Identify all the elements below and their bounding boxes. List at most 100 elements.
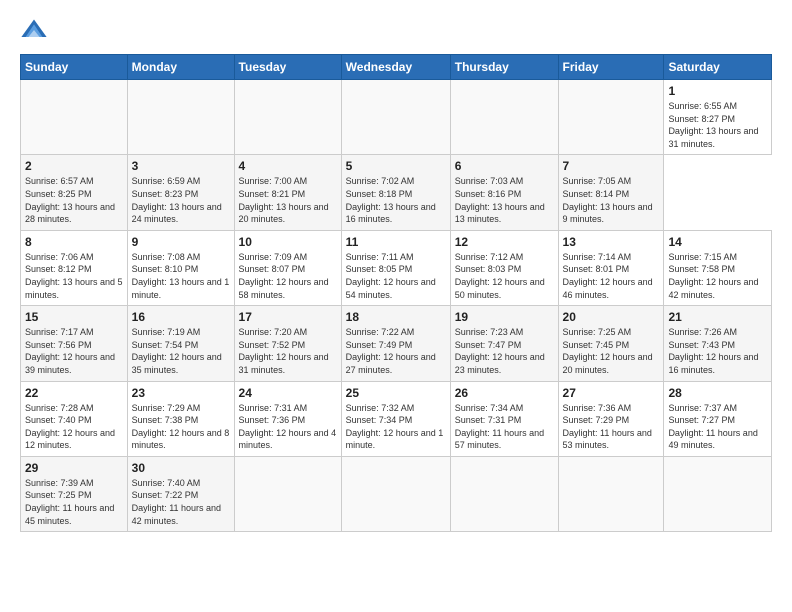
day-number-26: 26: [455, 386, 554, 400]
day-number-11: 11: [346, 235, 446, 249]
empty-cell: [234, 80, 341, 155]
day-number-12: 12: [455, 235, 554, 249]
day-cell-21: 21 Sunrise: 7:26 AMSunset: 7:43 PMDayligh…: [664, 306, 772, 381]
day-number-18: 18: [346, 310, 446, 324]
day-number-28: 28: [668, 386, 767, 400]
day-info-19: Sunrise: 7:23 AMSunset: 7:47 PMDaylight:…: [455, 326, 554, 376]
day-cell-25: 25 Sunrise: 7:32 AMSunset: 7:34 PMDayligh…: [341, 381, 450, 456]
day-info-1: Sunrise: 6:55 AMSunset: 8:27 PMDaylight:…: [668, 100, 767, 150]
day-info-30: Sunrise: 7:40 AMSunset: 7:22 PMDaylight:…: [132, 477, 230, 527]
week-row-5: 22Sunrise: 7:28 AMSunset: 7:40 PMDayligh…: [21, 381, 772, 456]
day-cell-22: 22Sunrise: 7:28 AMSunset: 7:40 PMDayligh…: [21, 381, 128, 456]
day-info-26: Sunrise: 7:34 AMSunset: 7:31 PMDaylight:…: [455, 402, 554, 452]
day-cell-4: 4 Sunrise: 7:00 AMSunset: 8:21 PMDaylight…: [234, 155, 341, 230]
day-cell-26: 26 Sunrise: 7:34 AMSunset: 7:31 PMDayligh…: [450, 381, 558, 456]
day-number-5: 5: [346, 159, 446, 173]
day-number-10: 10: [239, 235, 337, 249]
day-cell-19: 19 Sunrise: 7:23 AMSunset: 7:47 PMDayligh…: [450, 306, 558, 381]
day-info-28: Sunrise: 7:37 AMSunset: 7:27 PMDaylight:…: [668, 402, 767, 452]
day-info-22: Sunrise: 7:28 AMSunset: 7:40 PMDaylight:…: [25, 402, 123, 452]
day-cell-2: 2Sunrise: 6:57 AMSunset: 8:25 PMDaylight…: [21, 155, 128, 230]
day-info-21: Sunrise: 7:26 AMSunset: 7:43 PMDaylight:…: [668, 326, 767, 376]
empty-cell: [450, 80, 558, 155]
day-cell-9: 9Sunrise: 7:08 AMSunset: 8:10 PMDaylight…: [127, 230, 234, 305]
day-number-24: 24: [239, 386, 337, 400]
header-cell-sunday: Sunday: [21, 55, 128, 80]
day-cell-3: 3 Sunrise: 6:59 AMSunset: 8:23 PMDaylight…: [127, 155, 234, 230]
day-cell-11: 11Sunrise: 7:11 AMSunset: 8:05 PMDayligh…: [341, 230, 450, 305]
day-info-27: Sunrise: 7:36 AMSunset: 7:29 PMDaylight:…: [563, 402, 660, 452]
day-number-4: 4: [239, 159, 337, 173]
day-number-25: 25: [346, 386, 446, 400]
day-number-6: 6: [455, 159, 554, 173]
day-info-15: Sunrise: 7:17 AMSunset: 7:56 PMDaylight:…: [25, 326, 123, 376]
calendar-table: SundayMondayTuesdayWednesdayThursdayFrid…: [20, 54, 772, 532]
day-info-23: Sunrise: 7:29 AMSunset: 7:38 PMDaylight:…: [132, 402, 230, 452]
day-number-8: 8: [25, 235, 123, 249]
day-cell-7: 7Sunrise: 7:05 AMSunset: 8:14 PMDaylight…: [558, 155, 664, 230]
header-cell-thursday: Thursday: [450, 55, 558, 80]
logo-icon: [20, 16, 48, 44]
day-number-30: 30: [132, 461, 230, 475]
empty-cell: [341, 80, 450, 155]
day-cell-18: 18 Sunrise: 7:22 AMSunset: 7:49 PMDayligh…: [341, 306, 450, 381]
header-cell-monday: Monday: [127, 55, 234, 80]
day-info-6: Sunrise: 7:03 AMSunset: 8:16 PMDaylight:…: [455, 175, 554, 225]
day-number-7: 7: [563, 159, 660, 173]
day-info-9: Sunrise: 7:08 AMSunset: 8:10 PMDaylight:…: [132, 251, 230, 301]
day-number-16: 16: [132, 310, 230, 324]
header-cell-friday: Friday: [558, 55, 664, 80]
header-row: SundayMondayTuesdayWednesdayThursdayFrid…: [21, 55, 772, 80]
week-row-1: 1Sunrise: 6:55 AMSunset: 8:27 PMDaylight…: [21, 80, 772, 155]
day-cell-28: 28 Sunrise: 7:37 AMSunset: 7:27 PMDayligh…: [664, 381, 772, 456]
empty-cell: [127, 80, 234, 155]
day-info-12: Sunrise: 7:12 AMSunset: 8:03 PMDaylight:…: [455, 251, 554, 301]
day-number-15: 15: [25, 310, 123, 324]
day-cell-12: 12 Sunrise: 7:12 AMSunset: 8:03 PMDayligh…: [450, 230, 558, 305]
day-number-17: 17: [239, 310, 337, 324]
day-info-18: Sunrise: 7:22 AMSunset: 7:49 PMDaylight:…: [346, 326, 446, 376]
day-number-20: 20: [563, 310, 660, 324]
day-cell-24: 24 Sunrise: 7:31 AMSunset: 7:36 PMDayligh…: [234, 381, 341, 456]
day-info-4: Sunrise: 7:00 AMSunset: 8:21 PMDaylight:…: [239, 175, 337, 225]
header-cell-saturday: Saturday: [664, 55, 772, 80]
day-number-13: 13: [563, 235, 660, 249]
day-cell-20: 20Sunrise: 7:25 AMSunset: 7:45 PMDayligh…: [558, 306, 664, 381]
day-info-2: Sunrise: 6:57 AMSunset: 8:25 PMDaylight:…: [25, 175, 123, 225]
day-number-3: 3: [132, 159, 230, 173]
day-info-13: Sunrise: 7:14 AMSunset: 8:01 PMDaylight:…: [563, 251, 660, 301]
day-cell-1: 1Sunrise: 6:55 AMSunset: 8:27 PMDaylight…: [664, 80, 772, 155]
day-cell-5: 5Sunrise: 7:02 AMSunset: 8:18 PMDaylight…: [341, 155, 450, 230]
day-info-3: Sunrise: 6:59 AMSunset: 8:23 PMDaylight:…: [132, 175, 230, 225]
day-cell-6: 6 Sunrise: 7:03 AMSunset: 8:16 PMDaylight…: [450, 155, 558, 230]
day-info-14: Sunrise: 7:15 AMSunset: 7:58 PMDaylight:…: [668, 251, 767, 301]
calendar-page: SundayMondayTuesdayWednesdayThursdayFrid…: [0, 0, 792, 612]
day-cell-16: 16Sunrise: 7:19 AMSunset: 7:54 PMDayligh…: [127, 306, 234, 381]
day-cell-29: 29Sunrise: 7:39 AMSunset: 7:25 PMDayligh…: [21, 456, 128, 531]
day-number-29: 29: [25, 461, 123, 475]
logo-area: [20, 16, 50, 44]
day-number-14: 14: [668, 235, 767, 249]
week-row-4: 15 Sunrise: 7:17 AMSunset: 7:56 PMDayligh…: [21, 306, 772, 381]
week-row-6: 29Sunrise: 7:39 AMSunset: 7:25 PMDayligh…: [21, 456, 772, 531]
day-info-25: Sunrise: 7:32 AMSunset: 7:34 PMDaylight:…: [346, 402, 446, 452]
day-number-19: 19: [455, 310, 554, 324]
day-cell-30: 30 Sunrise: 7:40 AMSunset: 7:22 PMDayligh…: [127, 456, 234, 531]
day-cell-15: 15 Sunrise: 7:17 AMSunset: 7:56 PMDayligh…: [21, 306, 128, 381]
empty-cell: [341, 456, 450, 531]
day-info-24: Sunrise: 7:31 AMSunset: 7:36 PMDaylight:…: [239, 402, 337, 452]
day-cell-14: 14 Sunrise: 7:15 AMSunset: 7:58 PMDayligh…: [664, 230, 772, 305]
header: [20, 16, 772, 44]
calendar-body: 1Sunrise: 6:55 AMSunset: 8:27 PMDaylight…: [21, 80, 772, 532]
empty-cell: [21, 80, 128, 155]
day-number-23: 23: [132, 386, 230, 400]
header-cell-wednesday: Wednesday: [341, 55, 450, 80]
week-row-2: 2Sunrise: 6:57 AMSunset: 8:25 PMDaylight…: [21, 155, 772, 230]
day-cell-13: 13 Sunrise: 7:14 AMSunset: 8:01 PMDayligh…: [558, 230, 664, 305]
day-cell-17: 17 Sunrise: 7:20 AMSunset: 7:52 PMDayligh…: [234, 306, 341, 381]
day-number-21: 21: [668, 310, 767, 324]
day-info-8: Sunrise: 7:06 AMSunset: 8:12 PMDaylight:…: [25, 251, 123, 301]
empty-cell: [664, 456, 772, 531]
empty-cell: [234, 456, 341, 531]
day-info-17: Sunrise: 7:20 AMSunset: 7:52 PMDaylight:…: [239, 326, 337, 376]
